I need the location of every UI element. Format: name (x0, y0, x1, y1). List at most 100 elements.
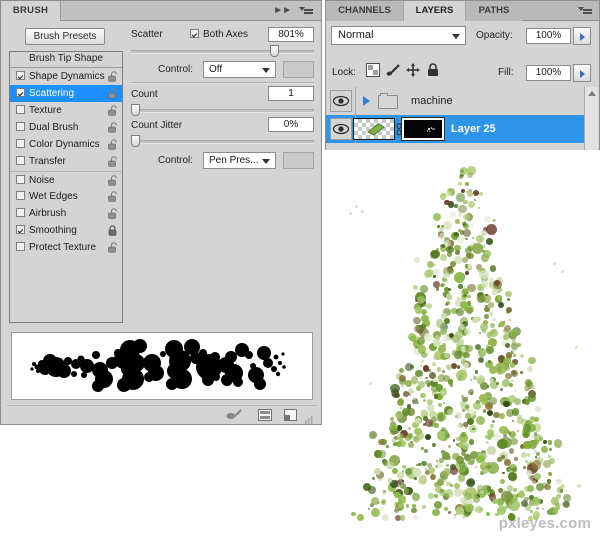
foliage-dot (559, 484, 565, 490)
checkbox-smoothing[interactable] (16, 225, 25, 234)
layer-name[interactable]: machine (411, 87, 453, 115)
lock-image-pixels-icon[interactable] (386, 63, 400, 77)
foliage-dot (474, 198, 476, 201)
lock-open-icon[interactable] (107, 139, 118, 150)
count-jitter-slider[interactable] (131, 135, 314, 147)
lock-open-icon[interactable] (107, 88, 118, 99)
brush-option-smoothing[interactable]: Smoothing (10, 222, 122, 239)
brush-option-texture[interactable]: Texture (10, 102, 122, 119)
foliage-dot (576, 484, 581, 489)
foliage-dot (476, 375, 485, 384)
panel-menu-icon[interactable] (578, 5, 592, 19)
foliage-dot (371, 477, 376, 481)
count-slider[interactable] (131, 104, 314, 116)
lock-position-icon[interactable] (406, 63, 420, 77)
brush-option-label: Transfer (29, 156, 66, 167)
checkbox-color-dynamics[interactable] (16, 139, 25, 148)
lock-all-icon[interactable] (426, 63, 440, 77)
layer-mask-thumbnail[interactable] (401, 117, 445, 141)
checkbox-transfer[interactable] (16, 156, 25, 165)
checkbox-dual-brush[interactable] (16, 122, 25, 131)
foliage-dot (463, 362, 470, 369)
lock-open-icon[interactable] (107, 208, 118, 219)
brush-option-color-dynamics[interactable]: Color Dynamics (10, 136, 122, 153)
double-chevron-right-icon[interactable]: ►► (273, 5, 292, 17)
brush-option-noise[interactable]: Noise (10, 171, 122, 188)
brush-option-airbrush[interactable]: Airbrush (10, 205, 122, 222)
scatter-slider[interactable] (131, 45, 314, 57)
lock-closed-icon[interactable] (107, 225, 118, 236)
layer-name[interactable]: Layer 25 (451, 115, 496, 143)
layer-thumbnail[interactable] (353, 118, 395, 140)
scatter-value-field[interactable]: 801% (268, 27, 314, 42)
layer-visibility-toggle[interactable] (330, 118, 352, 140)
tab-layers[interactable]: LAYERS (403, 1, 466, 21)
foliage-dot (351, 511, 356, 517)
table-row[interactable]: Layer 25 (326, 115, 584, 143)
brush-option-dual-brush[interactable]: Dual Brush (10, 119, 122, 136)
scroll-up-arrow-icon[interactable] (588, 91, 596, 96)
count-jitter-control-dropdown[interactable]: Pen Pres... (203, 152, 276, 169)
both-axes-checkbox[interactable] (190, 29, 199, 38)
foliage-dot (487, 409, 494, 416)
count-jitter-value-field[interactable]: 0% (268, 117, 314, 132)
foliage-dot (447, 267, 454, 274)
checkbox-shape-dynamics[interactable] (16, 71, 25, 80)
tab-paths[interactable]: PATHS (466, 1, 522, 21)
lock-open-icon[interactable] (107, 71, 118, 82)
checkbox-wet-edges[interactable] (16, 191, 25, 200)
count-jitter-slider-thumb[interactable] (131, 135, 140, 147)
opacity-value-field[interactable]: 100% (526, 28, 571, 44)
brush-option-shape-dynamics[interactable]: Shape Dynamics (10, 68, 122, 85)
lock-open-icon[interactable] (107, 122, 118, 133)
count-value-field[interactable]: 1 (268, 86, 314, 101)
layer-mask-link-icon[interactable] (396, 123, 402, 136)
checkbox-airbrush[interactable] (16, 208, 25, 217)
scatter-slider-thumb[interactable] (270, 45, 280, 57)
checkbox-texture[interactable] (16, 105, 25, 114)
table-row[interactable]: machine (326, 87, 584, 115)
lock-open-icon[interactable] (107, 242, 118, 253)
tab-channels[interactable]: CHANNELS (326, 1, 403, 21)
foliage-dot (421, 360, 425, 363)
layer-visibility-toggle[interactable] (330, 90, 352, 112)
foliage-dot (502, 471, 505, 475)
checkbox-noise[interactable] (16, 175, 25, 184)
lock-transparent-pixels-icon[interactable] (366, 63, 380, 77)
foliage-dot (563, 500, 571, 508)
checkbox-protect-texture[interactable] (16, 242, 25, 251)
foliage-dot (399, 407, 402, 410)
brush-tool-icon[interactable] (226, 408, 242, 420)
foliage-dot (439, 253, 447, 262)
brush-option-scattering[interactable]: Scattering (10, 85, 122, 102)
panel-menu-icon[interactable] (299, 5, 313, 19)
foliage-dot (508, 499, 520, 511)
lock-open-icon[interactable] (107, 105, 118, 116)
foliage-dot (457, 228, 461, 232)
new-layer-icon[interactable] (284, 408, 297, 421)
expand-group-triangle-icon[interactable] (363, 96, 370, 106)
scatter-control-dropdown[interactable]: Off (203, 61, 276, 78)
foliage-dot (443, 402, 446, 405)
fill-stepper[interactable] (573, 64, 591, 82)
foliage-dot (449, 261, 456, 268)
lock-open-icon[interactable] (107, 175, 118, 186)
new-brush-preset-icon[interactable] (258, 408, 272, 421)
lock-open-icon[interactable] (107, 156, 118, 167)
foliage-dot (424, 433, 431, 440)
brush-option-transfer[interactable]: Transfer (10, 153, 122, 170)
foliage-dot (387, 478, 393, 483)
checkbox-scattering[interactable] (16, 88, 25, 97)
opacity-stepper[interactable] (573, 27, 591, 45)
count-slider-thumb[interactable] (131, 104, 140, 116)
fill-value-field[interactable]: 100% (526, 65, 571, 81)
tab-brush[interactable]: BRUSH (1, 1, 61, 21)
blend-mode-dropdown[interactable]: Normal (331, 26, 466, 45)
lock-open-icon[interactable] (107, 191, 118, 202)
brush-presets-button[interactable]: Brush Presets (25, 28, 105, 45)
foliage-dot (431, 250, 440, 259)
brush-option-wet-edges[interactable]: Wet Edges (10, 188, 122, 205)
brush-option-protect-texture[interactable]: Protect Texture (10, 239, 122, 256)
layers-scrollbar[interactable] (584, 87, 598, 150)
brush-tip-shape-header[interactable]: Brush Tip Shape (10, 52, 122, 68)
